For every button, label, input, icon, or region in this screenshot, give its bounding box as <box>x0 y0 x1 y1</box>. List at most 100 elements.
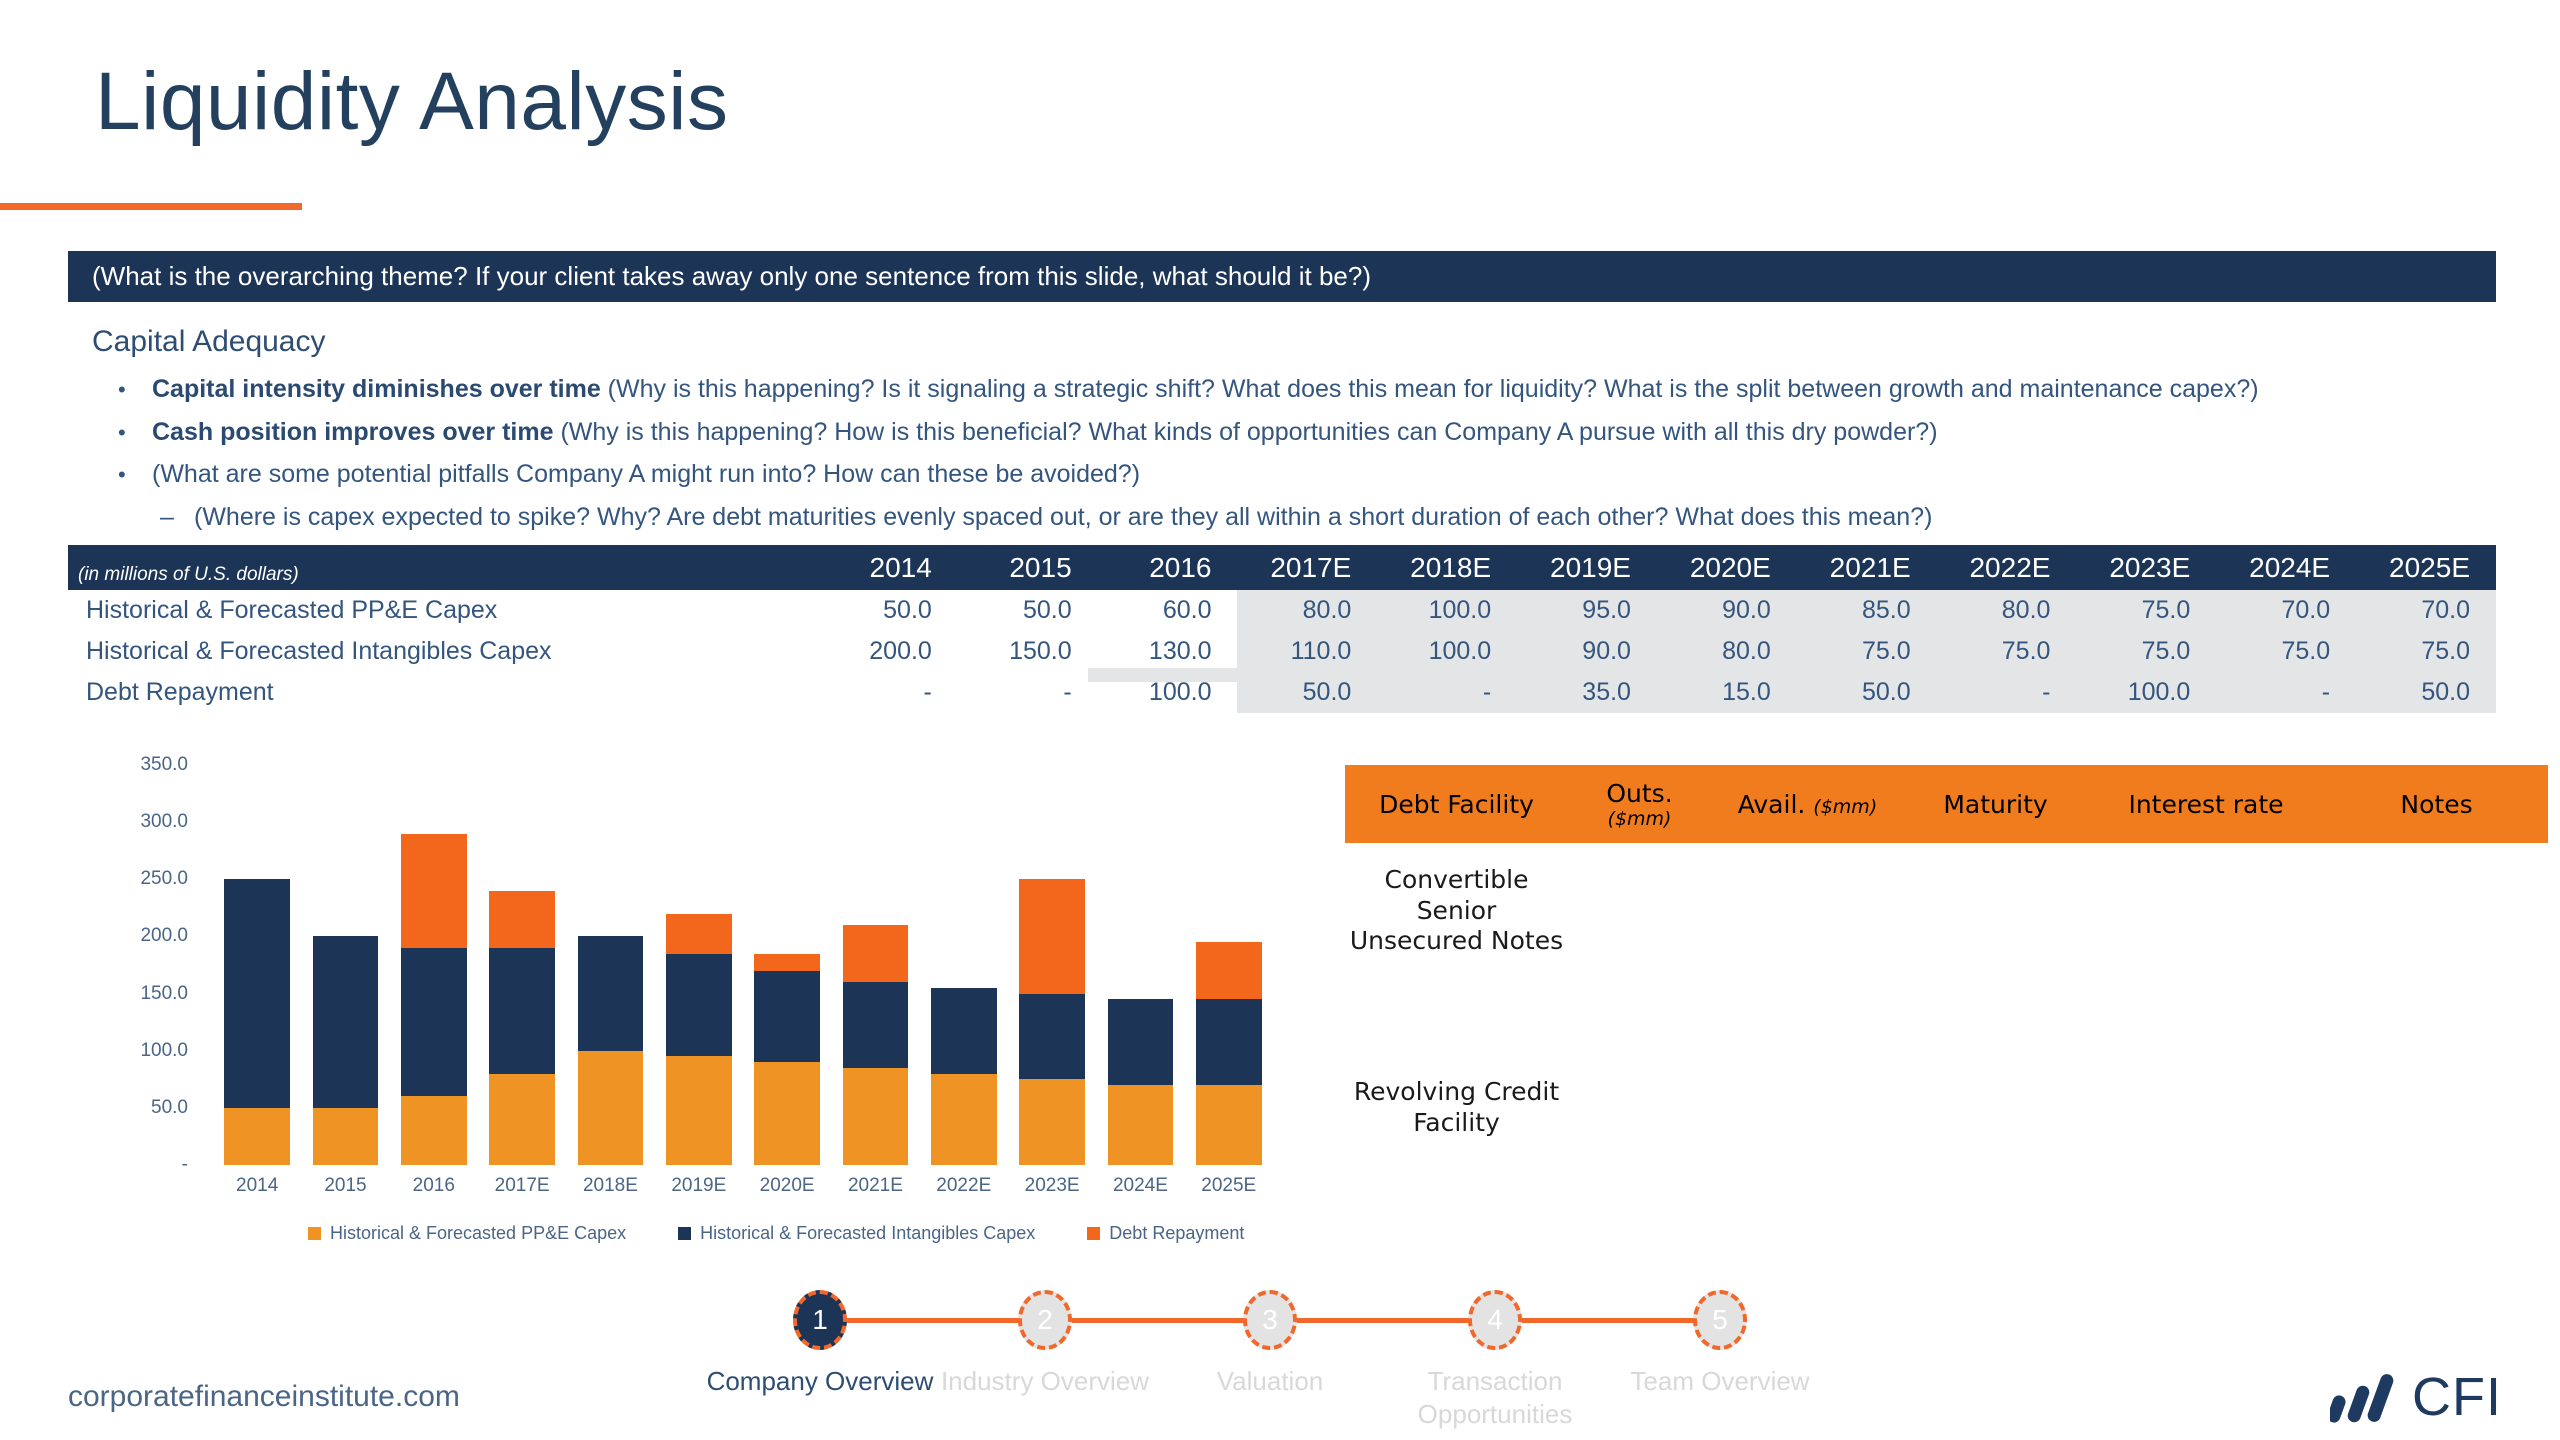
chart-bar-segment <box>930 987 997 1074</box>
bullet-item: • Cash position improves over time (Why … <box>118 418 1938 447</box>
capex-row-label: Debt Repayment <box>86 678 274 706</box>
cfi-bars-icon <box>2330 1374 2394 1423</box>
chart-y-tick-label: 50.0 <box>151 1096 188 1118</box>
chart-bar-2016 <box>400 765 467 1165</box>
debt-col-header-outstanding: Outs. ($mm) <box>1606 778 1673 830</box>
capex-col-header: 2024E <box>2249 551 2331 583</box>
capex-cell: 90.0 <box>1517 631 1657 672</box>
table-row: Convertible Senior Unsecured Notes <box>1345 843 2548 1040</box>
stepper-label-5[interactable]: Team Overview <box>1605 1365 1835 1398</box>
legend-swatch-icon <box>678 1227 692 1240</box>
chart-bar-segment <box>577 1050 644 1165</box>
theme-banner: (What is the overarching theme? If your … <box>68 251 2496 302</box>
capex-cell: 85.0 <box>1796 590 1937 631</box>
chart-bar-segment <box>1195 999 1262 1085</box>
capex-table-header-row: (in millions of U.S. dollars) 2014 2015 … <box>68 545 2496 590</box>
capex-unit-label: (in millions of U.S. dollars) <box>78 564 299 585</box>
chart-bar-segment <box>1019 879 1085 994</box>
chart-bar-segment <box>665 913 732 954</box>
chart-x-tick-label: 2019E <box>671 1175 727 1196</box>
chart-legend-label: Historical & Forecasted PP&E Capex <box>330 1223 627 1243</box>
bullet-marker-icon: • <box>118 377 126 402</box>
chart-bar-2024E <box>1107 765 1174 1165</box>
chart-bar-segment <box>842 1067 909 1165</box>
chart-legend-label: Historical & Forecasted Intangibles Cape… <box>700 1223 1036 1243</box>
debt-col-header-facility: Debt Facility <box>1379 789 1534 819</box>
debt-outstanding-cell <box>1568 1040 1711 1175</box>
capex-col-header: 2016 <box>1149 551 1212 583</box>
stepper-node-2[interactable]: 2 <box>1018 1290 1072 1350</box>
stepper-label-1[interactable]: Company Overview <box>705 1365 935 1398</box>
sub-bullet-item: – (Where is capex expected to spike? Why… <box>160 503 1932 532</box>
chart-bar-2023E <box>1019 765 1085 1165</box>
capex-cell: 80.0 <box>1237 590 1378 631</box>
debt-facility-table: Debt Facility Outs. ($mm) Avail. ($mm) Ma… <box>1345 765 2548 1175</box>
section-stepper: 1 Company Overview 2 Industry Overview 3 Valu… <box>707 1290 1810 1429</box>
chart-bar-segment <box>224 879 291 1108</box>
chart-bar-segment <box>754 953 820 971</box>
capex-cell: 80.0 <box>1656 631 1797 672</box>
debt-maturity-cell <box>1904 1040 2087 1175</box>
debt-table-header-row: Debt Facility Outs. ($mm) Avail. ($mm) Ma… <box>1345 765 2548 843</box>
stepper-node-3[interactable]: 3 <box>1243 1290 1297 1350</box>
chart-y-tick-label: - <box>181 1154 188 1175</box>
debt-notes-cell <box>2325 843 2548 1040</box>
capex-table-body: Historical & Forecasted PP&E Capex 50.0 … <box>68 590 2496 713</box>
capex-col-header: 2019E <box>1550 551 1631 583</box>
chart-bar-segment <box>1107 1085 1174 1165</box>
chart-bar-segment <box>754 970 820 1063</box>
chart-bar-2015 <box>312 765 379 1165</box>
capex-cell: 70.0 <box>2216 590 2357 631</box>
debt-interest-rate-cell <box>2087 1040 2325 1175</box>
capex-cell: 130.0 <box>1148 637 1212 665</box>
sub-bullet-text: (Where is capex expected to spike? Why? … <box>194 503 1933 531</box>
stepper-label-3[interactable]: Valuation <box>1155 1365 1385 1398</box>
chart-bar-segment <box>1107 999 1174 1085</box>
section-heading: Capital Adequacy <box>92 325 326 358</box>
bullet-text: Capital intensity diminishes over time (… <box>152 375 2259 404</box>
stepper-node-4[interactable]: 4 <box>1468 1290 1522 1350</box>
chart-x-tick-label: 2014 <box>236 1175 279 1196</box>
capex-col-header: 2025E <box>2389 551 2470 583</box>
page-title: Liquidity Analysis <box>95 56 729 147</box>
chart-bar-segment <box>665 953 732 1057</box>
debt-col-header-maturity: Maturity <box>1943 789 2048 819</box>
footer-website-url: corporatefinanceinstitute.com <box>68 1380 460 1413</box>
chart-bar-segment <box>665 1056 732 1165</box>
capex-cell: 70.0 <box>2356 590 2496 631</box>
debt-col-header-available: Avail. ($mm) <box>1737 789 1878 819</box>
chart-plot-area <box>213 765 1273 1165</box>
debt-outstanding-cell <box>1568 843 1711 1040</box>
debt-notes-cell <box>2325 1040 2548 1175</box>
chart-bar-segment <box>224 1107 291 1165</box>
capex-col-header: 2015 <box>1009 551 1072 583</box>
capex-cell: 75.0 <box>2076 631 2217 672</box>
chart-bar-2021E <box>842 765 909 1165</box>
capex-cell: 150.0 <box>1009 637 1072 665</box>
stepper-node-5[interactable]: 5 <box>1693 1290 1747 1350</box>
capex-cell: 110.0 <box>1237 631 1378 672</box>
cfi-wordmark: CFI <box>2412 1367 2502 1427</box>
debt-col-header-notes: Notes <box>2400 789 2473 819</box>
capex-cell: - <box>1063 678 1072 706</box>
stepper-label-2[interactable]: Industry Overview <box>930 1365 1160 1398</box>
legend-swatch-icon <box>308 1227 321 1240</box>
table-row: Historical & Forecasted PP&E Capex 50.0 … <box>68 590 2496 631</box>
stepper-label-4[interactable]: Transaction Opportunities <box>1380 1365 1610 1430</box>
table-row: Revolving Credit Facility <box>1345 1040 2548 1175</box>
capex-col-header: 2014 <box>869 551 932 583</box>
capex-cell: 60.0 <box>1162 596 1212 624</box>
debt-facility-name: Convertible Senior Unsecured Notes <box>1349 865 1564 955</box>
chart-x-axis: 2014 2015 2016 2017E 2018E 2019E 2020E 2021E 202… <box>213 1175 1273 1197</box>
chart-bar-2025E <box>1195 765 1262 1165</box>
bullet-marker-icon: • <box>118 420 126 445</box>
chart-x-tick-label: 2020E <box>759 1175 815 1196</box>
capex-cell: 100.0 <box>1377 631 1518 672</box>
capex-stacked-bar-chart: - 50.0 100.0 150.0 200.0 250.0 300.0 350.0 2014… <box>68 745 1268 1245</box>
stepper-node-1[interactable]: 1 <box>793 1290 847 1350</box>
chart-legend-label: Debt Repayment <box>1109 1223 1245 1243</box>
debt-interest-rate-cell <box>2087 843 2325 1040</box>
chart-bar-segment <box>400 833 467 948</box>
chart-bar-segment <box>400 947 467 1097</box>
chart-bar-segment <box>1019 993 1085 1080</box>
